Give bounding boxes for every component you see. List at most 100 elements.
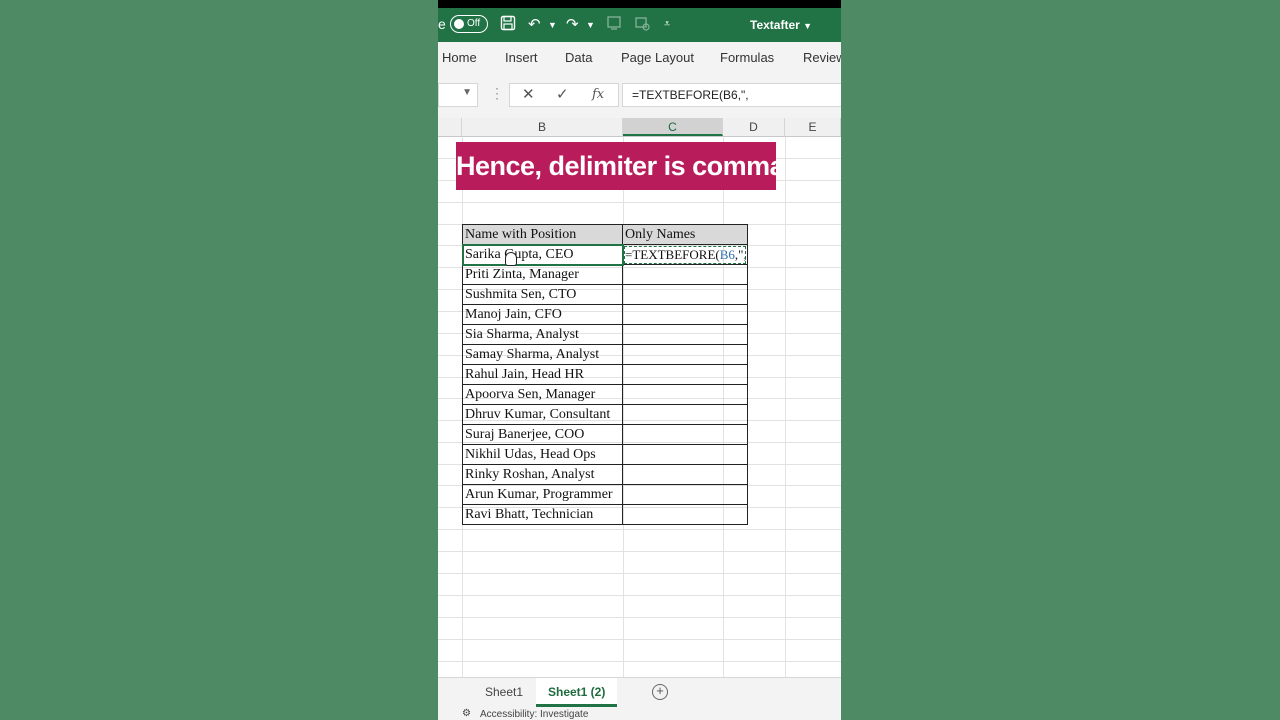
top-strip [438,0,841,8]
column-header-e[interactable]: E [785,118,841,136]
select-all-corner[interactable] [438,118,462,136]
sheet-tab-sheet1-2[interactable]: Sheet1 (2) [536,678,618,707]
table-row: Dhruv Kumar, Consultant [462,404,748,425]
column-header-c[interactable]: C [623,118,723,136]
table-row: Sia Sharma, Analyst [462,324,748,345]
table-cell[interactable]: Ravi Bhatt, Technician [462,504,623,525]
sheet-tab-sheet1[interactable]: Sheet1 [473,678,535,707]
tab-insert[interactable]: Insert [505,50,538,65]
table-row: Sushmita Sen, CTO [462,284,748,305]
toggle-knob [454,19,464,29]
redo-icon[interactable]: ↷ [566,15,579,33]
table-row: Priti Zinta, Manager [462,264,748,285]
formula-buttons: ✕ ✓ fx [509,83,619,107]
table-cell[interactable] [622,384,748,405]
sync-icon[interactable] [634,15,650,35]
table-row: Rahul Jain, Head HR [462,364,748,385]
table-cell[interactable] [622,464,748,485]
gridline [438,529,841,530]
autosave-toggle[interactable]: Off [450,15,488,33]
table-cell[interactable]: Samay Sharma, Analyst [462,344,623,365]
formula-reference: B6 [719,246,735,262]
gridline [438,617,841,618]
table-row: Nikhil Udas, Head Ops [462,444,748,465]
tab-formulas[interactable]: Formulas [720,50,774,65]
formula-prefix: =TEXTBEFORE( [625,246,720,262]
table-cell[interactable] [622,364,748,385]
check-icon[interactable]: ✓ [556,85,569,103]
tab-page-layout[interactable]: Page Layout [621,50,694,65]
header-name-with-position[interactable]: Name with Position [462,224,623,245]
tab-review[interactable]: Review [803,50,841,65]
table-cell[interactable] [622,324,748,345]
gridline [785,137,786,677]
function-icon[interactable]: fx [592,87,604,102]
data-table: Name with Position Only Names Sarika Gup… [461,224,748,525]
save-icon[interactable] [500,15,516,35]
table-cell[interactable]: Sushmita Sen, CTO [462,284,623,305]
column-headers: B C D E [438,118,841,137]
name-box[interactable]: ▼ [438,83,478,107]
excel-window: e Off ↶ ▼ ↷ ▼ ⩡ Textafter ▼ Home Insert … [438,0,841,720]
customize-qat-icon[interactable]: ⩡ [664,18,670,31]
table-row: Ravi Bhatt, Technician [462,504,748,525]
toggle-state: Off [467,18,481,29]
table-cell[interactable]: Arun Kumar, Programmer [462,484,623,505]
gridline [438,661,841,662]
table-cell[interactable]: Priti Zinta, Manager [462,264,623,285]
caption-banner: Hence, delimiter is comma [456,142,785,190]
table-cell[interactable] [622,424,748,445]
table-row: Apoorva Sen, Manager [462,384,748,405]
document-title[interactable]: Textafter ▼ [750,18,812,32]
accessibility-status[interactable]: Accessibility: Investigate [480,709,588,720]
table-cell-c6-editing[interactable]: =TEXTBEFORE(B6,", [622,244,748,265]
table-cell[interactable] [622,444,748,465]
formula-bar: ▼ ⋮ ✕ ✓ fx =TEXTBEFORE(B6,", [438,72,841,118]
column-header-b[interactable]: B [462,118,623,136]
table-cell[interactable]: Sia Sharma, Analyst [462,324,623,345]
gridline [438,639,841,640]
undo-icon[interactable]: ↶ [528,15,541,33]
table-cell[interactable] [622,504,748,525]
table-cell[interactable]: Dhruv Kumar, Consultant [462,404,623,425]
gridline [438,573,841,574]
table-row: Manoj Jain, CFO [462,304,748,325]
table-cell[interactable]: Nikhil Udas, Head Ops [462,444,623,465]
tab-home[interactable]: Home [442,50,477,65]
redo-dropdown-icon[interactable]: ▼ [586,20,595,30]
formula-input[interactable]: =TEXTBEFORE(B6,", [622,83,841,107]
table-cell-b6[interactable]: Sarika Gupta, CEO [461,243,624,266]
add-sheet-icon[interactable]: + [652,684,668,700]
undo-dropdown-icon[interactable]: ▼ [548,20,557,30]
gridline [438,202,841,203]
mouse-cursor [505,252,517,266]
table-cell[interactable]: Manoj Jain, CFO [462,304,623,325]
chevron-down-icon[interactable]: ▼ [462,87,472,98]
column-header-d[interactable]: D [723,118,785,136]
table-cell[interactable] [622,264,748,285]
table-cell[interactable] [622,284,748,305]
table-row: Suraj Banerjee, COO [462,424,748,445]
table-cell[interactable]: Apoorva Sen, Manager [462,384,623,405]
table-cell[interactable] [622,344,748,365]
table-cell[interactable]: Rinky Roshan, Analyst [462,464,623,485]
autosave-label: e [438,16,446,32]
table-cell[interactable]: Suraj Banerjee, COO [462,424,623,445]
ribbon-tabs: Home Insert Data Page Layout Formulas Re… [438,42,841,72]
cancel-icon[interactable]: ✕ [522,85,535,103]
table-cell[interactable]: Rahul Jain, Head HR [462,364,623,385]
gridline [438,551,841,552]
table-row: Samay Sharma, Analyst [462,344,748,365]
form-icon[interactable] [606,15,622,35]
drag-handle-icon[interactable]: ⋮ [490,85,504,102]
tab-data[interactable]: Data [565,50,592,65]
accessibility-icon[interactable]: ⚙ [462,708,471,719]
title-bar: e Off ↶ ▼ ↷ ▼ ⩡ Textafter ▼ [438,8,841,42]
table-cell[interactable] [622,404,748,425]
header-only-names[interactable]: Only Names [622,224,748,245]
table-row: Rinky Roshan, Analyst [462,464,748,485]
table-cell[interactable] [622,304,748,325]
formula-suffix: ,", [734,246,747,262]
table-cell[interactable] [622,484,748,505]
status-bar: ⚙ Accessibility: Investigate [438,707,841,720]
